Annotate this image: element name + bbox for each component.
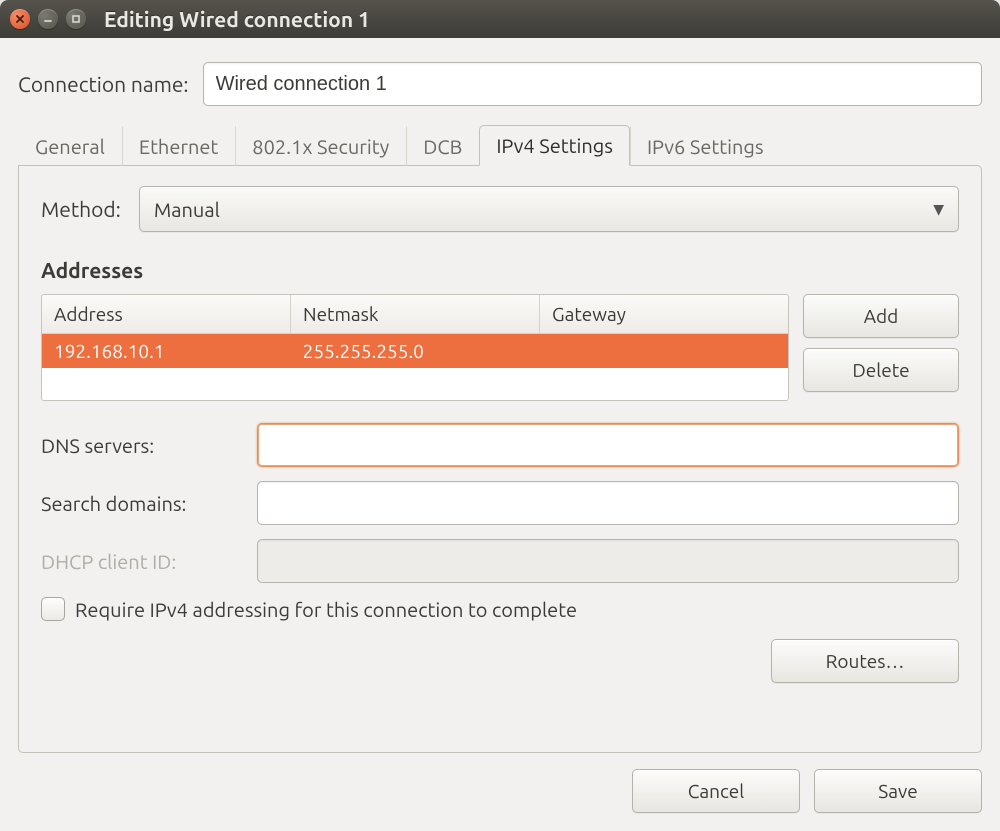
- connection-name-row: Connection name:: [18, 62, 982, 106]
- cell-address: 192.168.10.1: [42, 334, 291, 368]
- connection-name-input[interactable]: [203, 62, 982, 106]
- dhcp-client-id-label: DHCP client ID:: [41, 550, 247, 573]
- tab-dcb[interactable]: DCB: [406, 126, 479, 166]
- method-row: Method: Manual ▼: [41, 186, 959, 232]
- addresses-table-header: Address Netmask Gateway: [42, 295, 788, 334]
- search-domains-label: Search domains:: [41, 492, 247, 515]
- form-rows: DNS servers: Search domains: DHCP client…: [41, 423, 959, 683]
- tab-general[interactable]: General: [18, 126, 122, 166]
- titlebar: Editing Wired connection 1: [0, 0, 1000, 38]
- add-button[interactable]: Add: [803, 294, 959, 338]
- dns-servers-label: DNS servers:: [41, 434, 247, 457]
- dhcp-client-id-row: DHCP client ID:: [41, 539, 959, 583]
- window-maximize-button[interactable]: [66, 9, 86, 29]
- tab-ipv4-settings[interactable]: IPv4 Settings: [479, 125, 630, 166]
- require-ipv4-label: Require IPv4 addressing for this connect…: [75, 598, 577, 621]
- tab-8021x-security[interactable]: 802.1x Security: [235, 126, 406, 166]
- routes-row: Routes…: [41, 639, 959, 683]
- search-domains-row: Search domains:: [41, 481, 959, 525]
- cancel-button[interactable]: Cancel: [632, 769, 800, 813]
- addresses-block: Address Netmask Gateway 192.168.10.1 255…: [41, 294, 959, 401]
- cell-gateway: [539, 334, 788, 368]
- tab-ipv6-settings[interactable]: IPv6 Settings: [630, 126, 781, 166]
- dhcp-client-id-input: [257, 539, 959, 583]
- chevron-down-icon: ▼: [933, 201, 944, 218]
- close-icon: [15, 14, 25, 24]
- cell-netmask: 255.255.255.0: [291, 334, 540, 368]
- search-domains-input[interactable]: [257, 481, 959, 525]
- tab-ethernet[interactable]: Ethernet: [122, 126, 235, 166]
- method-label: Method:: [41, 197, 121, 221]
- method-combo-value: Manual: [154, 198, 220, 221]
- ipv4-pane: Method: Manual ▼ Addresses Address Netma…: [18, 165, 982, 753]
- dialog-buttons: Cancel Save: [18, 769, 982, 813]
- dialog-body: Connection name: General Ethernet 802.1x…: [0, 38, 1000, 831]
- table-row[interactable]: [42, 368, 788, 400]
- dns-servers-input[interactable]: [257, 423, 959, 467]
- tab-bar: General Ethernet 802.1x Security DCB IPv…: [18, 124, 982, 166]
- addresses-label: Addresses: [41, 258, 959, 282]
- minimize-icon: [43, 14, 53, 24]
- column-netmask[interactable]: Netmask: [291, 295, 540, 333]
- maximize-icon: [71, 14, 81, 24]
- window-close-button[interactable]: [10, 9, 30, 29]
- addresses-table[interactable]: Address Netmask Gateway 192.168.10.1 255…: [41, 294, 789, 401]
- save-button[interactable]: Save: [814, 769, 982, 813]
- window-minimize-button[interactable]: [38, 9, 58, 29]
- method-combo[interactable]: Manual ▼: [139, 186, 959, 232]
- dns-row: DNS servers:: [41, 423, 959, 467]
- addresses-buttons: Add Delete: [803, 294, 959, 401]
- routes-button[interactable]: Routes…: [771, 639, 959, 683]
- connection-name-label: Connection name:: [18, 72, 189, 96]
- column-address[interactable]: Address: [42, 295, 291, 333]
- column-gateway[interactable]: Gateway: [540, 295, 788, 333]
- table-row[interactable]: 192.168.10.1 255.255.255.0: [42, 334, 788, 368]
- require-ipv4-row: Require IPv4 addressing for this connect…: [41, 597, 959, 621]
- window-title: Editing Wired connection 1: [104, 7, 370, 31]
- require-ipv4-checkbox[interactable]: [41, 597, 65, 621]
- delete-button[interactable]: Delete: [803, 348, 959, 392]
